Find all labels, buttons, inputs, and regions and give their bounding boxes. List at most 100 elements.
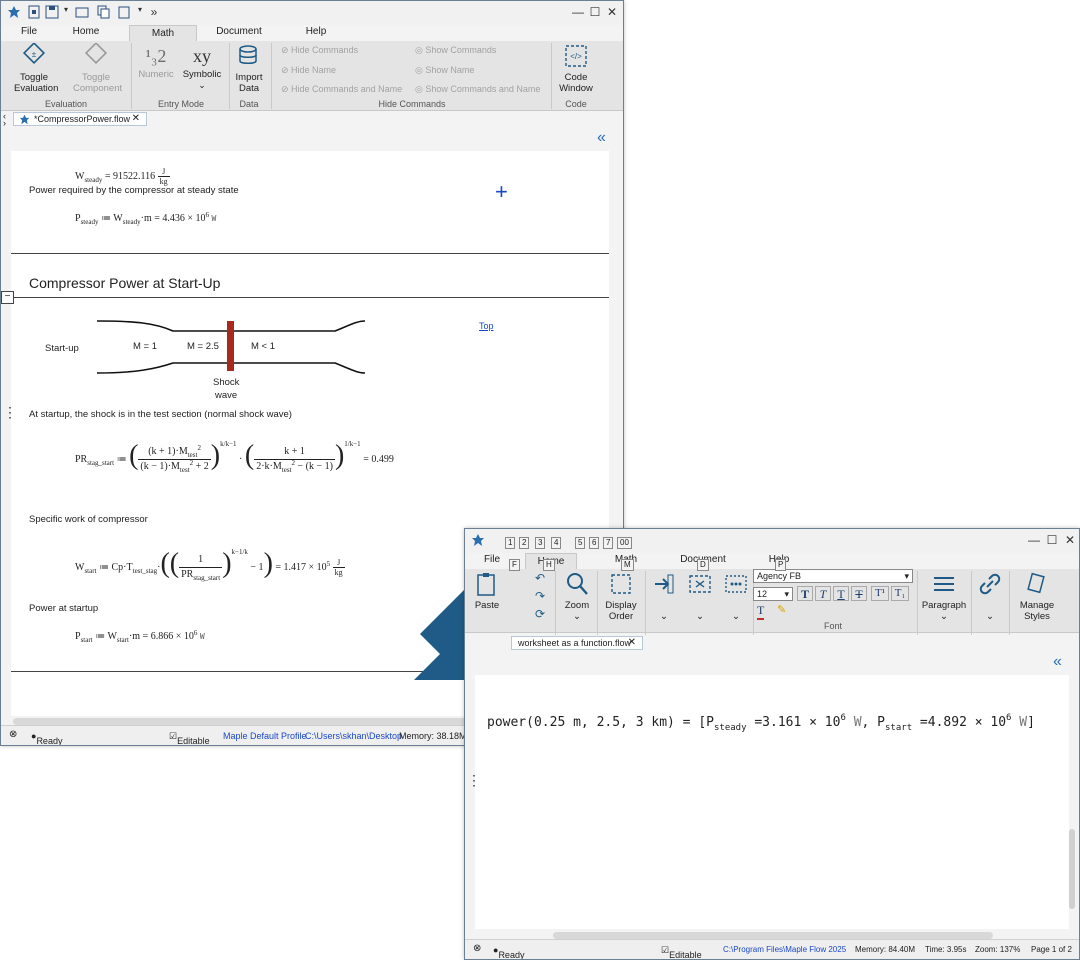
new-document-icon[interactable] — [27, 5, 41, 19]
open-icon[interactable] — [75, 5, 89, 19]
subscript-button[interactable]: T₁ — [891, 586, 909, 601]
region-button[interactable]: ⌄ — [685, 571, 715, 622]
tab-file[interactable]: File — [19, 26, 39, 37]
grid-button[interactable]: ⌄ — [721, 571, 751, 622]
toggle-component-button[interactable]: Toggle Component — [69, 41, 123, 94]
status-icon[interactable]: ⊗ — [473, 943, 481, 954]
minimize-button[interactable]: — — [1027, 533, 1041, 547]
w-start-unit-num: J — [332, 558, 345, 569]
code-window-button[interactable]: </> Code Window — [557, 43, 595, 94]
tab-help[interactable]: Help — [301, 26, 331, 37]
status-ready-label: Ready — [498, 950, 525, 960]
collapse-panel-icon[interactable]: « — [1053, 653, 1062, 671]
paste-button[interactable]: Paste — [469, 571, 505, 611]
clipboard-icon — [477, 573, 495, 596]
p-start-value: 6.866 × 10 — [150, 631, 194, 642]
status-icon[interactable]: ⊗ — [9, 729, 17, 740]
tab-math[interactable]: Math — [129, 25, 197, 42]
toggle-evaluation-button[interactable]: ± Toggle Evaluation — [9, 41, 59, 94]
underline-button[interactable]: T — [833, 586, 849, 601]
maximize-button[interactable]: ☐ — [1045, 533, 1059, 547]
display-order-button[interactable]: Display Order — [599, 571, 643, 622]
font-size-select[interactable]: 12 ▾ — [753, 587, 793, 601]
maximize-button[interactable]: ☐ — [588, 5, 602, 19]
worksheet-canvas[interactable]: power(0.25 m, 2.5, 3 km) = [Psteady =3.1… — [475, 675, 1069, 929]
side-handle-icon[interactable]: ⋮ — [3, 405, 17, 419]
w-steady-expression: Wsteady = 91522.116 Jkg — [75, 167, 170, 186]
show-commands-label: Show Commands — [425, 45, 497, 55]
chevron-down-icon[interactable]: ▾ — [59, 5, 73, 14]
specific-work-text: Specific work of compressor — [29, 514, 148, 525]
import-data-label: Import Data — [235, 72, 263, 94]
import-data-button[interactable]: Import Data — [233, 43, 265, 94]
highlight-icon[interactable]: ✎ — [777, 603, 786, 616]
add-region-icon[interactable]: + — [495, 179, 508, 205]
chevron-right-icon[interactable]: › — [3, 118, 6, 128]
editable-checkbox[interactable]: ☑ Editable — [169, 731, 210, 745]
strikethrough-button[interactable]: T — [851, 586, 867, 601]
document-tab-label: worksheet as a function.flow — [518, 638, 632, 648]
divider — [11, 297, 609, 298]
profile-link[interactable]: Maple Default Profile — [223, 731, 307, 741]
status-ready: ● Ready — [493, 945, 525, 960]
close-tab-icon[interactable]: ✕ — [628, 637, 636, 649]
link-icon — [979, 573, 1001, 595]
zoom-label: Zoom — [564, 600, 590, 611]
tab-home[interactable]: Home — [69, 26, 103, 37]
zoom-button[interactable]: Zoom ⌄ — [559, 571, 595, 622]
show-commands-button[interactable]: ◎ Show Commands — [415, 45, 496, 56]
styles-icon — [1027, 572, 1045, 594]
show-commands-and-name-button[interactable]: ◎ Show Commands and Name — [415, 84, 540, 95]
link-button[interactable]: ⌄ — [975, 571, 1005, 622]
close-button[interactable]: ✕ — [605, 5, 619, 19]
status-ready: ● Ready — [31, 731, 63, 746]
manage-styles-button[interactable]: Manage Styles — [1013, 571, 1061, 622]
hide-name-button[interactable]: ⊘ Hide Name — [281, 65, 336, 76]
page-readout: Page 1 of 2 — [1031, 945, 1072, 954]
paragraph-button[interactable]: Paragraph ⌄ — [921, 571, 967, 622]
close-button[interactable]: ✕ — [1063, 533, 1077, 547]
font-color-button[interactable]: T — [757, 603, 765, 620]
font-name-select[interactable]: Agency FB ▾ — [753, 569, 913, 583]
superscript-button[interactable]: T¹ — [871, 586, 889, 601]
save-icon[interactable] — [45, 5, 59, 19]
italic-button[interactable]: T — [815, 586, 831, 601]
show-name-button[interactable]: ◎ Show Name — [415, 65, 474, 76]
document-tab[interactable]: worksheet as a function.flow ✕ — [511, 636, 643, 650]
collapse-section-icon[interactable]: − — [1, 291, 14, 304]
path-link[interactable]: C:\Program Files\Maple Flow 2025 — [723, 945, 846, 954]
maple-logo-icon — [472, 534, 484, 546]
top-link[interactable]: Top — [479, 321, 494, 331]
toggle-evaluation-label: Toggle Evaluation — [14, 72, 59, 94]
path-link[interactable]: C:\Users\skhan\Desktop — [305, 731, 402, 741]
numeric-button[interactable]: ¹₃2 Numeric — [137, 43, 175, 80]
close-tab-icon[interactable]: ✕ — [132, 113, 140, 125]
more-icon[interactable]: » — [147, 5, 161, 19]
minimize-button[interactable]: — — [571, 5, 585, 19]
tab-file[interactable]: File — [481, 554, 503, 565]
redo-icon[interactable]: ↷ — [535, 589, 545, 603]
w-start-unit-den: kg — [334, 568, 343, 578]
ribbon: Paste ↶ ↷ ⟳ Zoom ⌄ Display Order ⌄ ⌄ ⌄ A… — [465, 569, 1079, 637]
vertical-scrollbar[interactable] — [1069, 829, 1075, 909]
hide-commands-button[interactable]: ⊘ Hide Commands — [281, 45, 358, 56]
horizontal-scrollbar[interactable] — [553, 932, 993, 939]
side-handle-icon[interactable]: ⋮ — [467, 773, 481, 787]
chevron-down-icon[interactable]: ▾ — [133, 5, 147, 14]
paste-icon[interactable] — [117, 5, 131, 19]
symbolic-button[interactable]: xy Symbolic ⌄ — [181, 43, 223, 91]
font-size-value: 12 — [757, 589, 768, 599]
insert-button[interactable]: ⌄ — [649, 571, 679, 622]
bold-button[interactable]: T — [797, 586, 813, 601]
document-tab[interactable]: *CompressorPower.flow ✕ — [13, 112, 147, 126]
refresh-icon[interactable]: ⟳ — [535, 607, 545, 621]
tab-document[interactable]: Document — [213, 26, 265, 37]
editable-checkbox[interactable]: ☑ Editable — [661, 945, 702, 959]
hide-commands-and-name-button[interactable]: ⊘ Hide Commands and Name — [281, 84, 402, 95]
ribbon: ± Toggle Evaluation Toggle Component Eva… — [1, 41, 623, 111]
undo-icon[interactable]: ↶ — [535, 571, 545, 585]
collapse-panel-icon[interactable]: « — [597, 129, 606, 147]
chevron-down-icon: ⌄ — [198, 80, 206, 90]
section-title: Compressor Power at Start-Up — [29, 275, 221, 291]
copy-icon[interactable] — [97, 5, 111, 19]
